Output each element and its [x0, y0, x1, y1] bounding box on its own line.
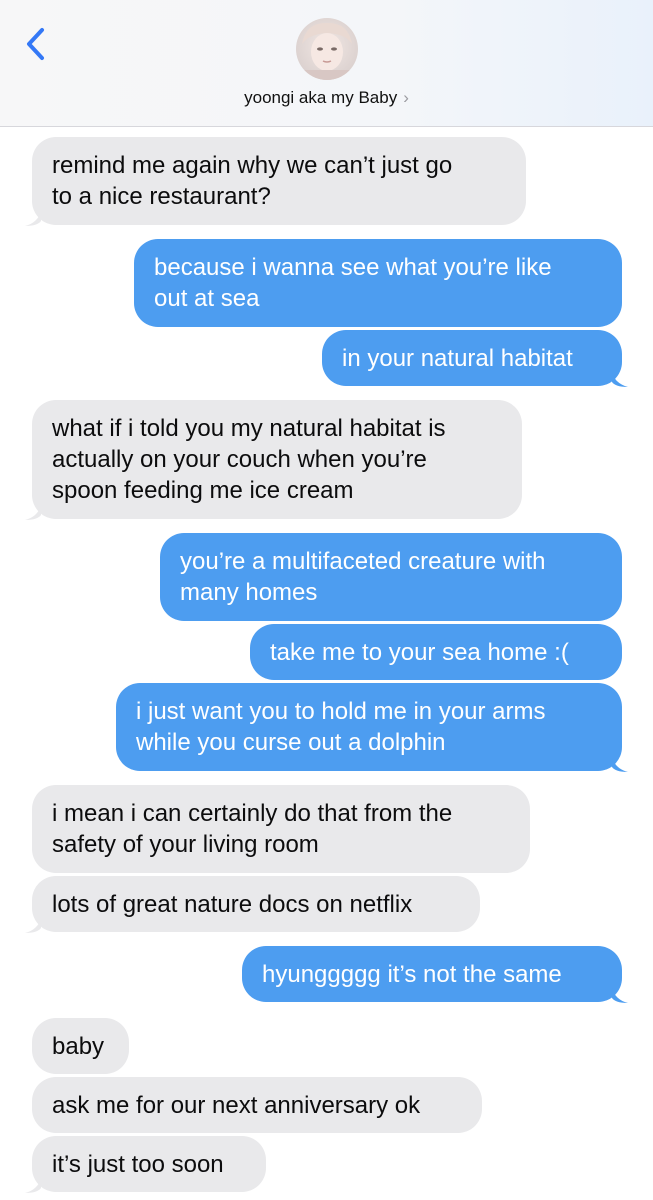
bubble-tail — [25, 211, 41, 226]
message-bubble-incoming[interactable]: what if i told you my natural habitat is… — [32, 400, 522, 519]
conversation-header: yoongi aka my Baby › — [0, 0, 653, 127]
message-bubble-incoming[interactable]: ask me for our next anniversary ok — [32, 1077, 482, 1133]
contact-name-row[interactable]: yoongi aka my Baby › — [0, 88, 653, 108]
bubble-tail — [25, 505, 41, 520]
bubble-tail — [612, 757, 628, 772]
bubble-tail — [612, 372, 628, 387]
message-bubble-outgoing[interactable]: take me to your sea home :( — [250, 624, 622, 680]
bubble-tail — [25, 1178, 41, 1193]
message-bubble-outgoing[interactable]: because i wanna see what you’re like out… — [134, 239, 622, 327]
bubble-tail — [612, 988, 628, 1003]
message-bubble-incoming[interactable]: remind me again why we can’t just go to … — [32, 137, 526, 225]
bubble-tail — [25, 918, 41, 933]
contact-name: yoongi aka my Baby — [244, 88, 398, 107]
message-bubble-outgoing[interactable]: i just want you to hold me in your arms … — [116, 683, 622, 771]
message-bubble-incoming[interactable]: i mean i can certainly do that from the … — [32, 785, 530, 873]
message-bubble-incoming[interactable]: it’s just too soon — [32, 1136, 266, 1192]
message-bubble-outgoing[interactable]: in your natural habitat — [322, 330, 622, 386]
message-bubble-incoming[interactable]: baby — [32, 1018, 129, 1074]
avatar[interactable] — [296, 18, 358, 80]
chevron-left-icon[interactable] — [22, 26, 52, 62]
message-bubble-incoming[interactable]: lots of great nature docs on netflix — [32, 876, 480, 932]
avatar-photo — [296, 18, 358, 80]
message-bubble-outgoing[interactable]: hyunggggg it’s not the same — [242, 946, 622, 1002]
message-bubble-outgoing[interactable]: you’re a multifaceted creature with many… — [160, 533, 622, 621]
chevron-right-icon: › — [403, 88, 409, 107]
